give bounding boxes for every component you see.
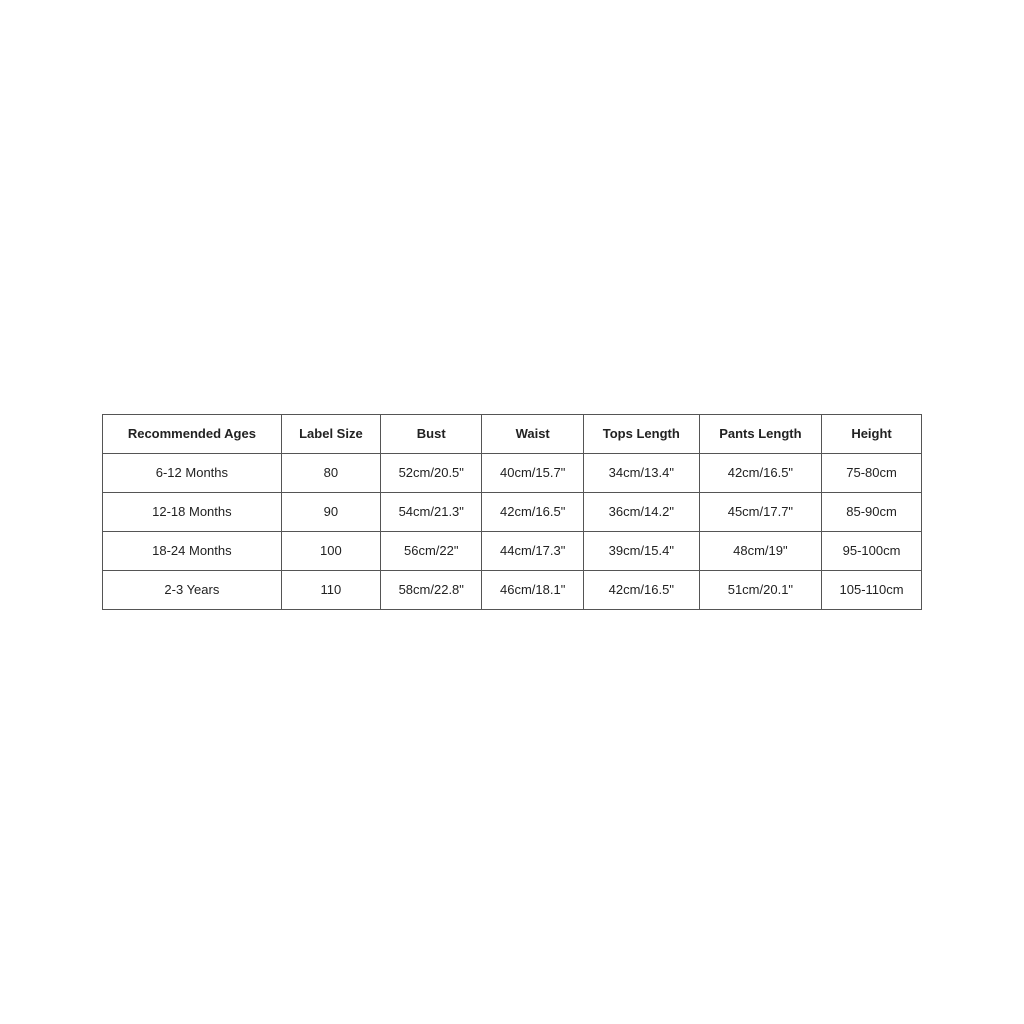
cell-waist: 44cm/17.3" — [482, 532, 583, 571]
table-row: 2-3 Years11058cm/22.8"46cm/18.1"42cm/16.… — [103, 571, 922, 610]
cell-waist: 42cm/16.5" — [482, 492, 583, 531]
cell-height: 95-100cm — [822, 532, 922, 571]
header-pants-length: Pants Length — [699, 414, 821, 453]
cell-height: 75-80cm — [822, 453, 922, 492]
cell-label-size: 90 — [281, 492, 380, 531]
cell-waist: 40cm/15.7" — [482, 453, 583, 492]
cell-label-size: 110 — [281, 571, 380, 610]
cell-label-size: 80 — [281, 453, 380, 492]
cell-bust: 54cm/21.3" — [381, 492, 482, 531]
cell-bust: 58cm/22.8" — [381, 571, 482, 610]
cell-pants-length: 48cm/19" — [699, 532, 821, 571]
cell-bust: 52cm/20.5" — [381, 453, 482, 492]
cell-ages: 18-24 Months — [103, 532, 282, 571]
cell-pants-length: 45cm/17.7" — [699, 492, 821, 531]
size-chart-container: Recommended Ages Label Size Bust Waist T… — [102, 414, 922, 611]
header-height: Height — [822, 414, 922, 453]
header-tops-length: Tops Length — [583, 414, 699, 453]
cell-ages: 2-3 Years — [103, 571, 282, 610]
header-waist: Waist — [482, 414, 583, 453]
cell-ages: 12-18 Months — [103, 492, 282, 531]
table-row: 18-24 Months10056cm/22"44cm/17.3"39cm/15… — [103, 532, 922, 571]
cell-height: 85-90cm — [822, 492, 922, 531]
cell-tops-length: 42cm/16.5" — [583, 571, 699, 610]
cell-tops-length: 36cm/14.2" — [583, 492, 699, 531]
size-chart-table: Recommended Ages Label Size Bust Waist T… — [102, 414, 922, 611]
cell-pants-length: 51cm/20.1" — [699, 571, 821, 610]
cell-waist: 46cm/18.1" — [482, 571, 583, 610]
table-row: 6-12 Months8052cm/20.5"40cm/15.7"34cm/13… — [103, 453, 922, 492]
header-label-size: Label Size — [281, 414, 380, 453]
table-header-row: Recommended Ages Label Size Bust Waist T… — [103, 414, 922, 453]
cell-pants-length: 42cm/16.5" — [699, 453, 821, 492]
cell-height: 105-110cm — [822, 571, 922, 610]
cell-bust: 56cm/22" — [381, 532, 482, 571]
cell-label-size: 100 — [281, 532, 380, 571]
header-bust: Bust — [381, 414, 482, 453]
cell-ages: 6-12 Months — [103, 453, 282, 492]
table-row: 12-18 Months9054cm/21.3"42cm/16.5"36cm/1… — [103, 492, 922, 531]
cell-tops-length: 34cm/13.4" — [583, 453, 699, 492]
header-recommended-ages: Recommended Ages — [103, 414, 282, 453]
cell-tops-length: 39cm/15.4" — [583, 532, 699, 571]
